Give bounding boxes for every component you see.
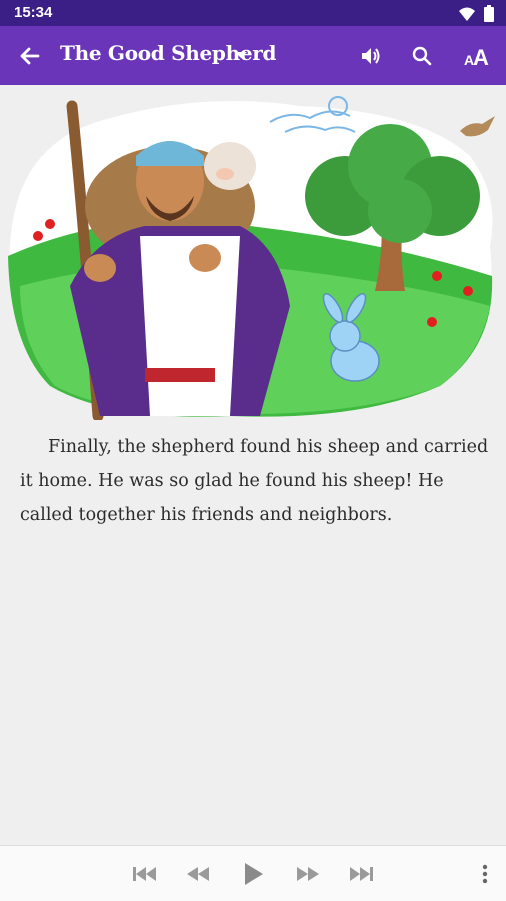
more-options-button[interactable]	[470, 860, 500, 888]
more-vert-icon	[482, 864, 488, 884]
skip-previous-button[interactable]	[130, 860, 160, 888]
text-size-button[interactable]: A A	[460, 40, 496, 72]
back-arrow-icon	[20, 47, 40, 65]
rewind-icon	[187, 867, 209, 881]
play-button[interactable]	[238, 860, 268, 888]
skip-previous-icon	[133, 867, 156, 881]
fast-forward-button[interactable]	[293, 860, 323, 888]
back-button[interactable]	[14, 40, 46, 72]
svg-text:A: A	[473, 45, 489, 68]
story-paragraph: Finally, the shepherd found his sheep an…	[20, 437, 489, 525]
dropdown-caret-icon[interactable]	[234, 50, 248, 60]
app-bar: The Good Shepherd A A	[0, 26, 506, 85]
rewind-button[interactable]	[183, 860, 213, 888]
speaker-icon	[362, 48, 380, 64]
search-button[interactable]	[406, 40, 438, 72]
status-bar: 15:34	[0, 0, 506, 26]
story-text: Finally, the shepherd found his sheep an…	[20, 430, 492, 532]
wifi-icon	[459, 7, 475, 21]
audio-button[interactable]	[355, 40, 387, 72]
skip-next-icon	[350, 867, 373, 881]
fast-forward-icon	[297, 867, 319, 881]
text-size-icon: A A	[464, 45, 489, 68]
audio-player-bar	[0, 845, 506, 901]
play-icon	[245, 863, 263, 885]
status-time: 15:34	[14, 4, 53, 21]
search-icon	[412, 46, 432, 66]
battery-icon	[484, 5, 494, 22]
skip-next-button[interactable]	[346, 860, 376, 888]
story-illustration	[8, 96, 495, 420]
